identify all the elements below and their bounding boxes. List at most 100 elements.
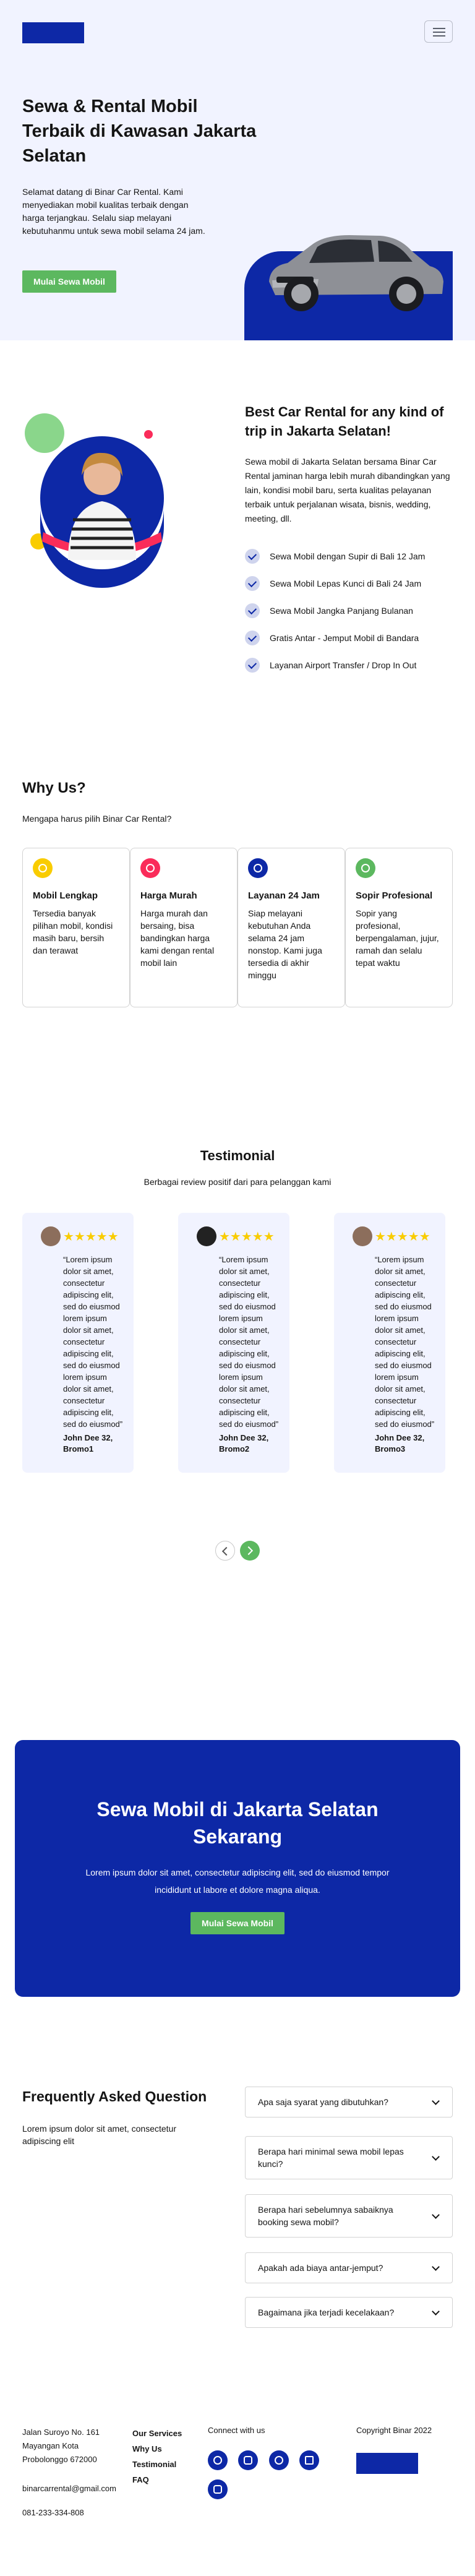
footer-logo[interactable]: [356, 2453, 418, 2474]
facebook-icon[interactable]: [208, 2450, 228, 2470]
avatar: [197, 1226, 216, 1246]
award-icon: [356, 858, 375, 878]
decor-circle-red: [144, 430, 153, 439]
cta-description: Lorem ipsum dolor sit amet, consectetur …: [85, 1867, 390, 1895]
testimonial-quote: “Lorem ipsum dolor sit amet, consectetur…: [219, 1255, 279, 1429]
cta-banner: Sewa Mobil di Jakarta Selatan Sekarang L…: [15, 1740, 460, 1997]
hamburger-icon: [433, 28, 445, 29]
service-item-label: Layanan Airport Transfer / Drop In Out: [270, 660, 417, 670]
why-card-text: Siap melayani kebutuhan Anda selama 24 j…: [248, 908, 322, 980]
service-item: Sewa Mobil Lepas Kunci di Bali 24 Jam: [245, 576, 425, 591]
testimonial-card: ★★★★★ “Lorem ipsum dolor sit amet, conse…: [22, 1213, 134, 1473]
rating-stars: ★★★★★: [63, 1230, 119, 1244]
testimonial-author: John Dee 32, Bromo1: [63, 1433, 113, 1454]
footer-link-why-us[interactable]: Why Us: [132, 2441, 182, 2457]
chevron-right-icon: [244, 1546, 254, 1556]
service-item-label: Sewa Mobil Jangka Panjang Bulanan: [270, 606, 413, 616]
service-item: Gratis Antar - Jemput Mobil di Bandara: [245, 631, 425, 645]
faq-item[interactable]: Bagaimana jika terjadi kecelakaan?: [245, 2297, 453, 2328]
why-card-text: Harga murah dan bersaing, bisa bandingka…: [140, 908, 215, 968]
hamburger-icon-line: [433, 32, 445, 33]
hero-description: Selamat datang di Binar Car Rental. Kami…: [22, 187, 205, 236]
check-icon: [245, 549, 260, 564]
testimonial-author: John Dee 32, Bromo3: [375, 1433, 425, 1454]
chevron-down-icon: [432, 2307, 440, 2315]
why-card: Layanan 24 Jam Siap melayani kebutuhan A…: [238, 848, 345, 1007]
why-card-title: Mobil Lengkap: [33, 890, 98, 901]
check-icon: [245, 576, 260, 591]
cta-start-rent-button[interactable]: Mulai Sewa Mobil: [190, 1912, 285, 1934]
check-icon: [245, 631, 260, 645]
decor-circle-green: [25, 413, 64, 453]
twitter-icon[interactable]: [268, 2450, 289, 2470]
footer-phone[interactable]: 081-233-334-808: [22, 2508, 84, 2517]
testimonial-section: Testimonial Berbagai review positif dari…: [0, 1046, 475, 1603]
prev-testimonial-button[interactable]: [215, 1541, 235, 1561]
why-card-title: Harga Murah: [140, 890, 197, 901]
testimonial-title: Testimonial: [200, 1148, 275, 1163]
footer-address: Jalan Suroyo No. 161 Mayangan Kota Probo…: [22, 2427, 100, 2464]
why-card-title: Sopir Profesional: [356, 890, 433, 901]
faq-question: Bagaimana jika terjadi kecelakaan?: [258, 2307, 395, 2317]
instagram-icon[interactable]: [238, 2450, 259, 2470]
service-item: Sewa Mobil dengan Supir di Bali 12 Jam: [245, 549, 425, 564]
service-item-label: Sewa Mobil Lepas Kunci di Bali 24 Jam: [270, 579, 422, 588]
hamburger-icon-line: [433, 35, 445, 37]
chevron-down-icon: [432, 2263, 440, 2271]
why-us-cards: Mobil Lengkap Tersedia banyak pilihan mo…: [22, 848, 453, 1007]
why-card: Sopir Profesional Sopir yang profesional…: [345, 848, 453, 1007]
start-rent-button[interactable]: Mulai Sewa Mobil: [22, 270, 116, 293]
avatar: [353, 1226, 372, 1246]
chevron-down-icon: [432, 2211, 440, 2219]
footer-link-our-services[interactable]: Our Services: [132, 2426, 182, 2441]
footer-nav: Our Services Why Us Testimonial FAQ: [132, 2426, 182, 2488]
faq-subtitle: Lorem ipsum dolor sit amet, consectetur …: [22, 2124, 176, 2146]
chevron-down-icon: [432, 2097, 440, 2105]
thumbs-up-icon: [33, 858, 53, 878]
testimonial-author: John Dee 32, Bromo2: [219, 1433, 269, 1454]
footer: Jalan Suroyo No. 161 Mayangan Kota Probo…: [0, 2426, 475, 2574]
footer-link-faq[interactable]: FAQ: [132, 2472, 182, 2488]
footer-copyright: Copyright Binar 2022: [356, 2426, 432, 2435]
testimonial-subtitle: Berbagai review positif dari para pelang…: [143, 1177, 332, 1187]
social-links: [208, 2450, 332, 2509]
navbar: [0, 0, 475, 62]
chevron-left-icon: [221, 1546, 231, 1556]
faq-section: Frequently Asked Question Lorem ipsum do…: [0, 2061, 475, 2382]
brand-logo[interactable]: [22, 22, 84, 43]
service-item-label: Sewa Mobil dengan Supir di Bali 12 Jam: [270, 551, 426, 561]
faq-item[interactable]: Berapa hari sebelumnya sabaiknya booking…: [245, 2194, 453, 2238]
footer-connect-label: Connect with us: [208, 2426, 265, 2435]
check-icon: [245, 603, 260, 618]
hero-title: Sewa & Rental Mobil Terbaik di Kawasan J…: [22, 97, 257, 166]
service-item: Layanan Airport Transfer / Drop In Out: [245, 658, 425, 673]
car-image: [269, 235, 443, 311]
menu-toggle-button[interactable]: [424, 20, 453, 43]
service-item: Sewa Mobil Jangka Panjang Bulanan: [245, 603, 425, 618]
why-us-subtitle: Mengapa harus pilih Binar Car Rental?: [22, 814, 172, 824]
faq-item[interactable]: Berapa hari minimal sewa mobil lepas kun…: [245, 2136, 453, 2179]
faq-item[interactable]: Apa saja syarat yang dibutuhkan?: [245, 2087, 453, 2117]
avatar: [41, 1226, 61, 1246]
rating-stars: ★★★★★: [219, 1230, 275, 1244]
service-illustration: [25, 413, 164, 588]
why-us-title: Why Us?: [22, 780, 86, 796]
hero-section: Sewa & Rental Mobil Terbaik di Kawasan J…: [0, 62, 475, 340]
services-section: Best Car Rental for any kind of trip in …: [0, 340, 475, 749]
footer-link-testimonial[interactable]: Testimonial: [132, 2457, 182, 2472]
why-card: Mobil Lengkap Tersedia banyak pilihan mo…: [22, 848, 130, 1007]
faq-question: Apa saja syarat yang dibutuhkan?: [258, 2097, 388, 2107]
footer-email[interactable]: binarcarrental@gmail.com: [22, 2484, 116, 2493]
testimonial-quote: “Lorem ipsum dolor sit amet, consectetur…: [375, 1255, 435, 1429]
mail-icon[interactable]: [299, 2450, 320, 2470]
faq-item[interactable]: Apakah ada biaya antar-jemput?: [245, 2252, 453, 2283]
rating-stars: ★★★★★: [375, 1230, 430, 1244]
chevron-down-icon: [432, 2153, 440, 2161]
why-card-text: Sopir yang profesional, berpengalaman, j…: [356, 908, 439, 968]
next-testimonial-button[interactable]: [240, 1541, 260, 1561]
services-description: Sewa mobil di Jakarta Selatan bersama Bi…: [245, 457, 450, 523]
why-us-section: Why Us? Mengapa harus pilih Binar Car Re…: [0, 749, 475, 1046]
clock-icon: [248, 858, 268, 878]
twitch-icon[interactable]: [208, 2479, 228, 2499]
check-icon: [245, 658, 260, 673]
